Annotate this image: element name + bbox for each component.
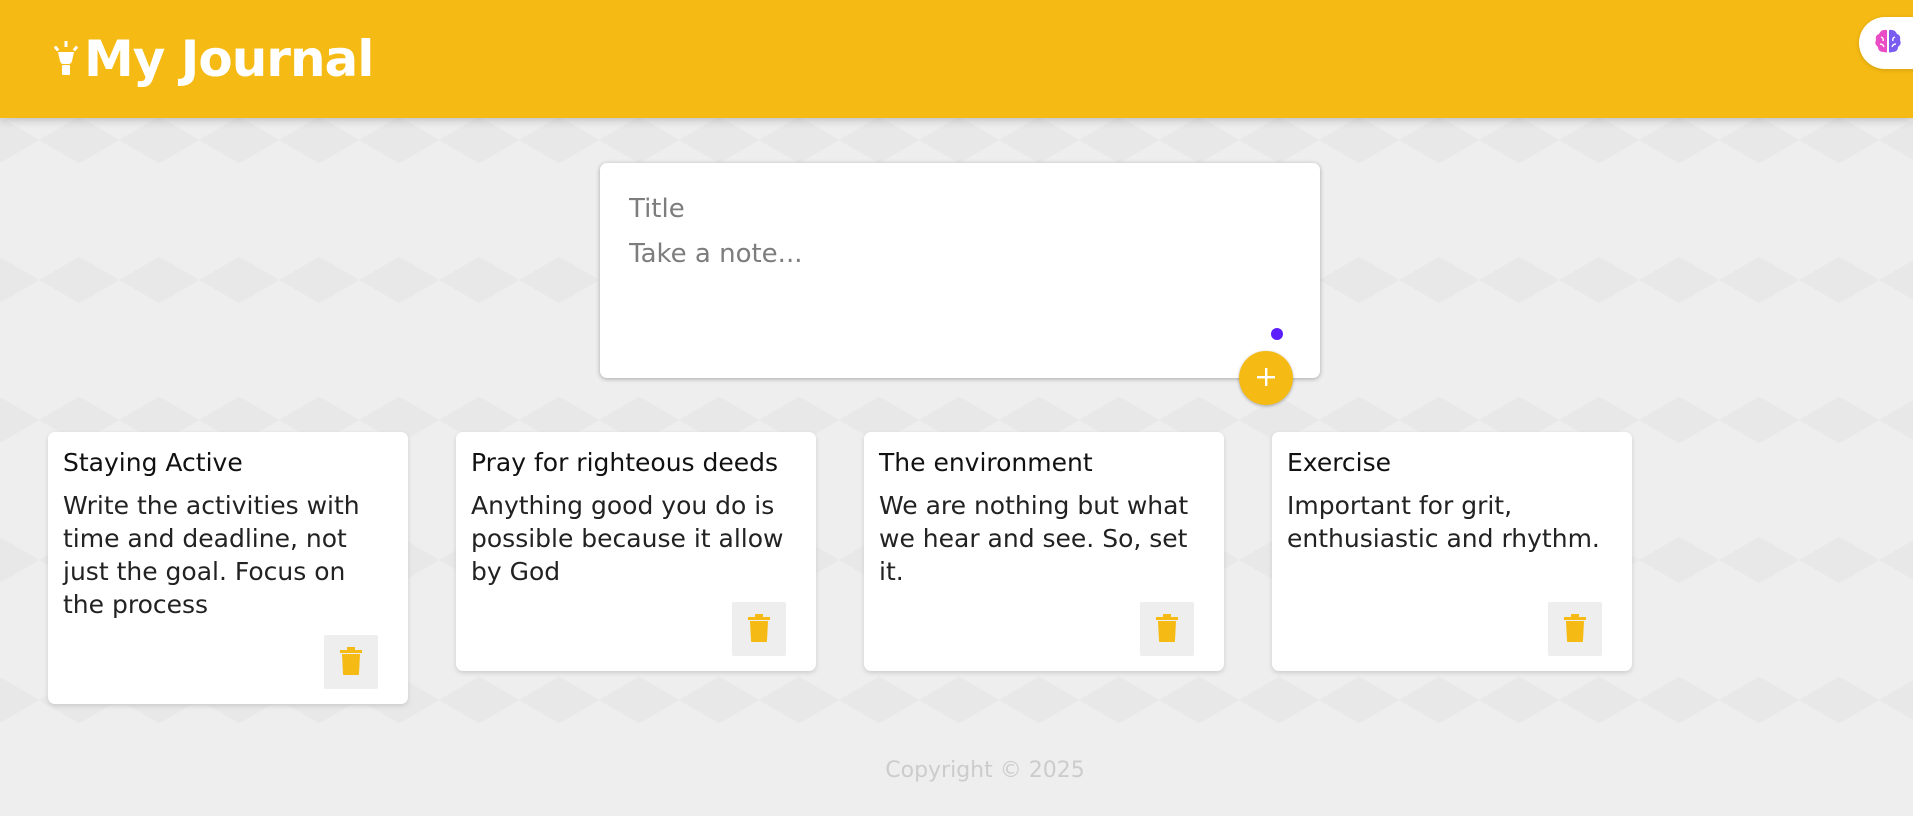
trash-icon [1563,613,1587,646]
note-card: The environment We are nothing but what … [864,432,1224,671]
note-content: Write the activities with time and deadl… [63,491,360,619]
note-title: Exercise [1287,448,1392,477]
delete-note-button[interactable] [1548,602,1602,656]
note-card: Pray for righteous deeds Anything good y… [456,432,816,671]
copyright-text: Copyright © 2025 [885,758,1085,783]
lightbulb-icon [52,39,80,79]
app-title: My Journal [84,30,374,88]
cursor-indicator [1271,328,1283,340]
trash-icon [1155,613,1179,646]
app-header: My Journal [0,0,1913,118]
note-content-input[interactable] [629,239,1291,319]
note-title: Staying Active [63,448,243,477]
note-content: Anything good you do is possible because… [471,491,784,586]
note-card: Staying Active Write the activities with… [48,432,408,704]
trash-icon [339,646,363,679]
add-note-button[interactable] [1239,351,1293,405]
note-content: We are nothing but what we hear and see.… [879,491,1189,586]
note-content: Important for grit, enthusiastic and rhy… [1287,491,1600,553]
plus-icon [1254,365,1278,392]
logo: My Journal [52,30,374,88]
create-note-form [600,163,1320,378]
trash-icon [747,613,771,646]
brain-icon [1873,26,1903,60]
footer: Copyright © 2025 [0,758,1913,783]
note-title-input[interactable] [629,191,1291,227]
note-title: The environment [879,448,1093,477]
delete-note-button[interactable] [1140,602,1194,656]
note-card: Exercise Important for grit, enthusiasti… [1272,432,1632,671]
delete-note-button[interactable] [732,602,786,656]
note-title: Pray for righteous deeds [471,448,779,477]
delete-note-button[interactable] [324,635,378,689]
ai-assistant-button[interactable] [1859,17,1913,69]
